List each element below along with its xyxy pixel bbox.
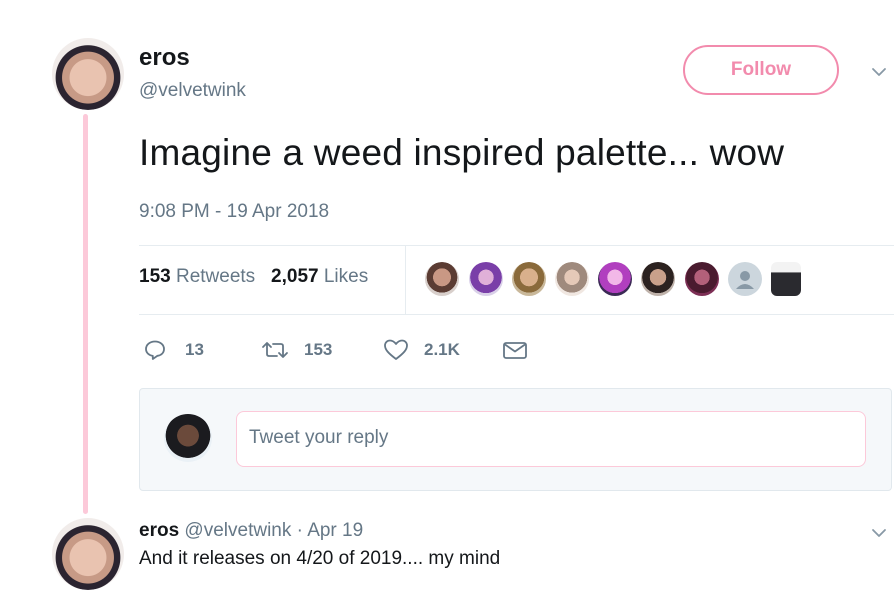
direct-message-action[interactable]: [502, 338, 528, 362]
liker-avatar[interactable]: [641, 262, 675, 296]
liker-avatar[interactable]: [685, 262, 719, 296]
liker-avatar[interactable]: [555, 262, 589, 296]
next-tweet-header: eros @velvetwink · Apr 19: [139, 520, 363, 542]
stats-separator: [405, 246, 406, 314]
reply-input[interactable]: Tweet your reply: [236, 411, 866, 467]
thread-line: [83, 114, 88, 514]
current-user-avatar: [164, 414, 212, 462]
divider: [139, 314, 894, 315]
next-tweet-author-avatar[interactable]: [52, 518, 124, 590]
author-handle[interactable]: @velvetwink: [139, 80, 246, 102]
liker-avatar[interactable]: [512, 262, 546, 296]
liker-avatar[interactable]: [469, 262, 503, 296]
author-display-name[interactable]: eros: [139, 44, 190, 72]
heart-icon: [384, 339, 408, 360]
liker-avatar[interactable]: [598, 262, 632, 296]
retweet-icon: [262, 342, 288, 358]
chevron-down-icon[interactable]: [871, 525, 887, 541]
likes-stat[interactable]: 2,057 Likes: [271, 266, 368, 287]
liker-avatar-default[interactable]: [728, 262, 762, 296]
tweet-stats: 153 Retweets 2,057 Likes: [139, 266, 368, 288]
retweet-action[interactable]: 153: [259, 338, 332, 362]
tweet-timestamp[interactable]: 9:08 PM - 19 Apr 2018: [139, 201, 329, 223]
follow-button-label: Follow: [730, 59, 792, 80]
retweets-stat[interactable]: 153 Retweets: [139, 266, 255, 287]
divider: [139, 245, 894, 246]
chevron-down-icon[interactable]: [871, 64, 887, 80]
liker-avatar[interactable]: [771, 262, 801, 296]
next-tweet-display-name[interactable]: eros: [139, 520, 179, 541]
follow-button[interactable]: Follow: [683, 45, 839, 95]
mail-icon: [503, 342, 527, 359]
like-count: 2.1K: [424, 340, 460, 359]
reply-action[interactable]: 13: [143, 338, 204, 362]
default-profile-icon: [736, 271, 754, 289]
tweet-text: Imagine a weed inspired palette... wow: [139, 132, 785, 173]
reply-placeholder: Tweet your reply: [249, 427, 389, 448]
liker-avatar[interactable]: [425, 262, 459, 296]
like-action[interactable]: 2.1K: [383, 338, 460, 362]
next-tweet-text: And it releases on 4/20 of 2019.... my m…: [139, 548, 501, 569]
reply-count: 13: [185, 340, 204, 359]
author-avatar[interactable]: [52, 38, 124, 110]
retweet-count: 153: [304, 340, 333, 359]
reply-icon: [145, 340, 165, 360]
next-tweet-meta[interactable]: @velvetwink · Apr 19: [184, 520, 363, 541]
